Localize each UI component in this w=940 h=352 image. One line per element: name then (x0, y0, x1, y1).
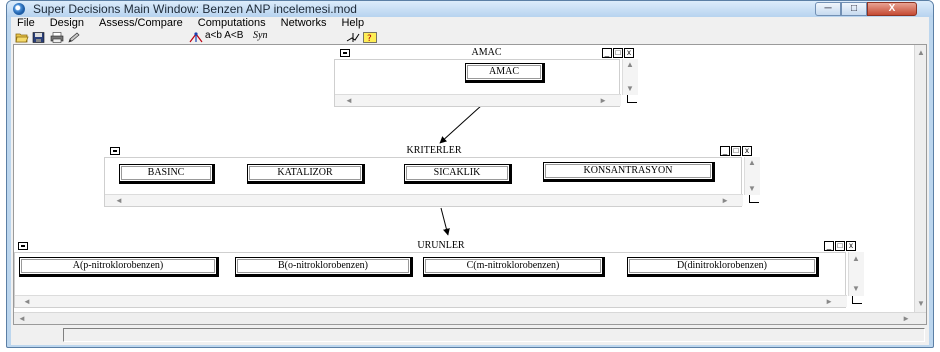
cluster-resize-grip[interactable] (749, 195, 759, 203)
cluster-maximize-button[interactable]: □ (731, 146, 741, 156)
save-disk-icon[interactable] (32, 30, 46, 43)
cluster-close-button[interactable]: x (742, 146, 752, 156)
cluster-body: AMAC ◄ ► (334, 59, 621, 107)
print-icon[interactable] (50, 30, 64, 43)
title-bar[interactable]: Super Decisions Main Window: Benzen ANP … (7, 1, 933, 17)
app-icon (13, 3, 25, 15)
open-folder-icon[interactable] (15, 30, 29, 43)
status-bar (11, 325, 929, 345)
close-button[interactable]: X (867, 2, 917, 16)
cluster-maximize-button[interactable]: □ (613, 48, 623, 58)
node-basinc[interactable]: BASINC (119, 164, 215, 184)
cluster-minimize-button[interactable]: _ (824, 241, 834, 251)
maximize-button[interactable]: □ (841, 2, 867, 16)
network-canvas[interactable]: AMAC _ □ x AMAC ◄ ► ▲ ▼ KRITERLER _ □ x … (13, 44, 927, 325)
toolbar: a<b A<B Syn ? (11, 29, 929, 44)
cluster-vertical-scrollbar[interactable]: ▲ ▼ (744, 157, 760, 195)
minimize-button[interactable]: ─ (815, 2, 841, 16)
node-d-dinitroklorobenzen[interactable]: D(dinitroklorobenzen) (627, 257, 819, 277)
cluster-maximize-button[interactable]: □ (835, 241, 845, 251)
cluster-header[interactable]: URUNLER _ □ x (14, 240, 868, 252)
cluster-header[interactable]: AMAC _ □ x (334, 47, 639, 59)
cluster-horizontal-scrollbar[interactable]: ◄ ► (15, 295, 847, 307)
node-c-m-nitroklorobenzen[interactable]: C(m-nitroklorobenzen) (423, 257, 605, 277)
cluster-vertical-scrollbar[interactable]: ▲ ▼ (848, 252, 864, 296)
cluster-resize-grip[interactable] (627, 95, 637, 103)
cluster-vertical-scrollbar[interactable]: ▲ ▼ (622, 59, 638, 95)
help-question-icon[interactable]: ? (363, 30, 377, 44)
edit-pencil-icon[interactable] (67, 30, 81, 43)
cluster-minimize-button[interactable]: _ (602, 48, 612, 58)
cluster-close-button[interactable]: x (846, 241, 856, 251)
cluster-body: A(p-nitroklorobenzen) B(o-nitroklorobenz… (14, 252, 847, 308)
node-katalizor[interactable]: KATALIZOR (247, 164, 365, 184)
node-b-o-nitroklorobenzen[interactable]: B(o-nitroklorobenzen) (235, 257, 413, 277)
cluster-resize-grip[interactable] (852, 296, 862, 304)
node-a-p-nitroklorobenzen[interactable]: A(p-nitroklorobenzen) (19, 257, 219, 277)
node-sicaklik[interactable]: SICAKLIK (404, 164, 512, 184)
cluster-urunler[interactable]: URUNLER _ □ x A(p-nitroklorobenzen) B(o-… (14, 240, 868, 310)
window-title: Super Decisions Main Window: Benzen ANP … (33, 2, 357, 16)
syn-toolbar-text[interactable]: Syn (253, 29, 267, 42)
sensitivity-icon[interactable] (346, 30, 360, 42)
status-field (63, 328, 925, 342)
cluster-body: BASINC KATALIZOR SICAKLIK KONSANTRASYON … (104, 157, 743, 207)
cluster-horizontal-scrollbar[interactable]: ◄ ► (105, 194, 743, 206)
canvas-vertical-scrollbar[interactable]: ▲ ▼ (914, 45, 926, 324)
cluster-close-button[interactable]: x (624, 48, 634, 58)
cluster-kriterler[interactable]: KRITERLER _ □ x BASINC KATALIZOR SICAKLI… (104, 145, 764, 207)
cluster-title: URUNLER (417, 240, 465, 251)
compare-toolbar-text[interactable]: a<b A<B (205, 29, 243, 42)
client-area: File Design Assess/Compare Computations … (11, 17, 929, 345)
arrow-kriterler-to-urunler (440, 207, 450, 236)
node-amac[interactable]: AMAC (465, 63, 545, 83)
node-connect-icon[interactable] (189, 30, 203, 43)
cluster-minimize-button[interactable]: _ (720, 146, 730, 156)
svg-text:?: ? (367, 34, 372, 43)
node-konsantrasyon[interactable]: KONSANTRASYON (543, 162, 715, 182)
cluster-title: KRITERLER (406, 145, 462, 156)
cluster-title: AMAC (471, 47, 502, 58)
cluster-amac[interactable]: AMAC _ □ x AMAC ◄ ► ▲ ▼ (334, 47, 639, 107)
main-window: Super Decisions Main Window: Benzen ANP … (6, 0, 934, 348)
cluster-horizontal-scrollbar[interactable]: ◄ ► (335, 94, 621, 106)
arrow-amac-to-kriterler (439, 104, 483, 144)
cluster-header[interactable]: KRITERLER _ □ x (104, 145, 764, 157)
canvas-horizontal-scrollbar[interactable]: ◄ ► (14, 312, 926, 324)
